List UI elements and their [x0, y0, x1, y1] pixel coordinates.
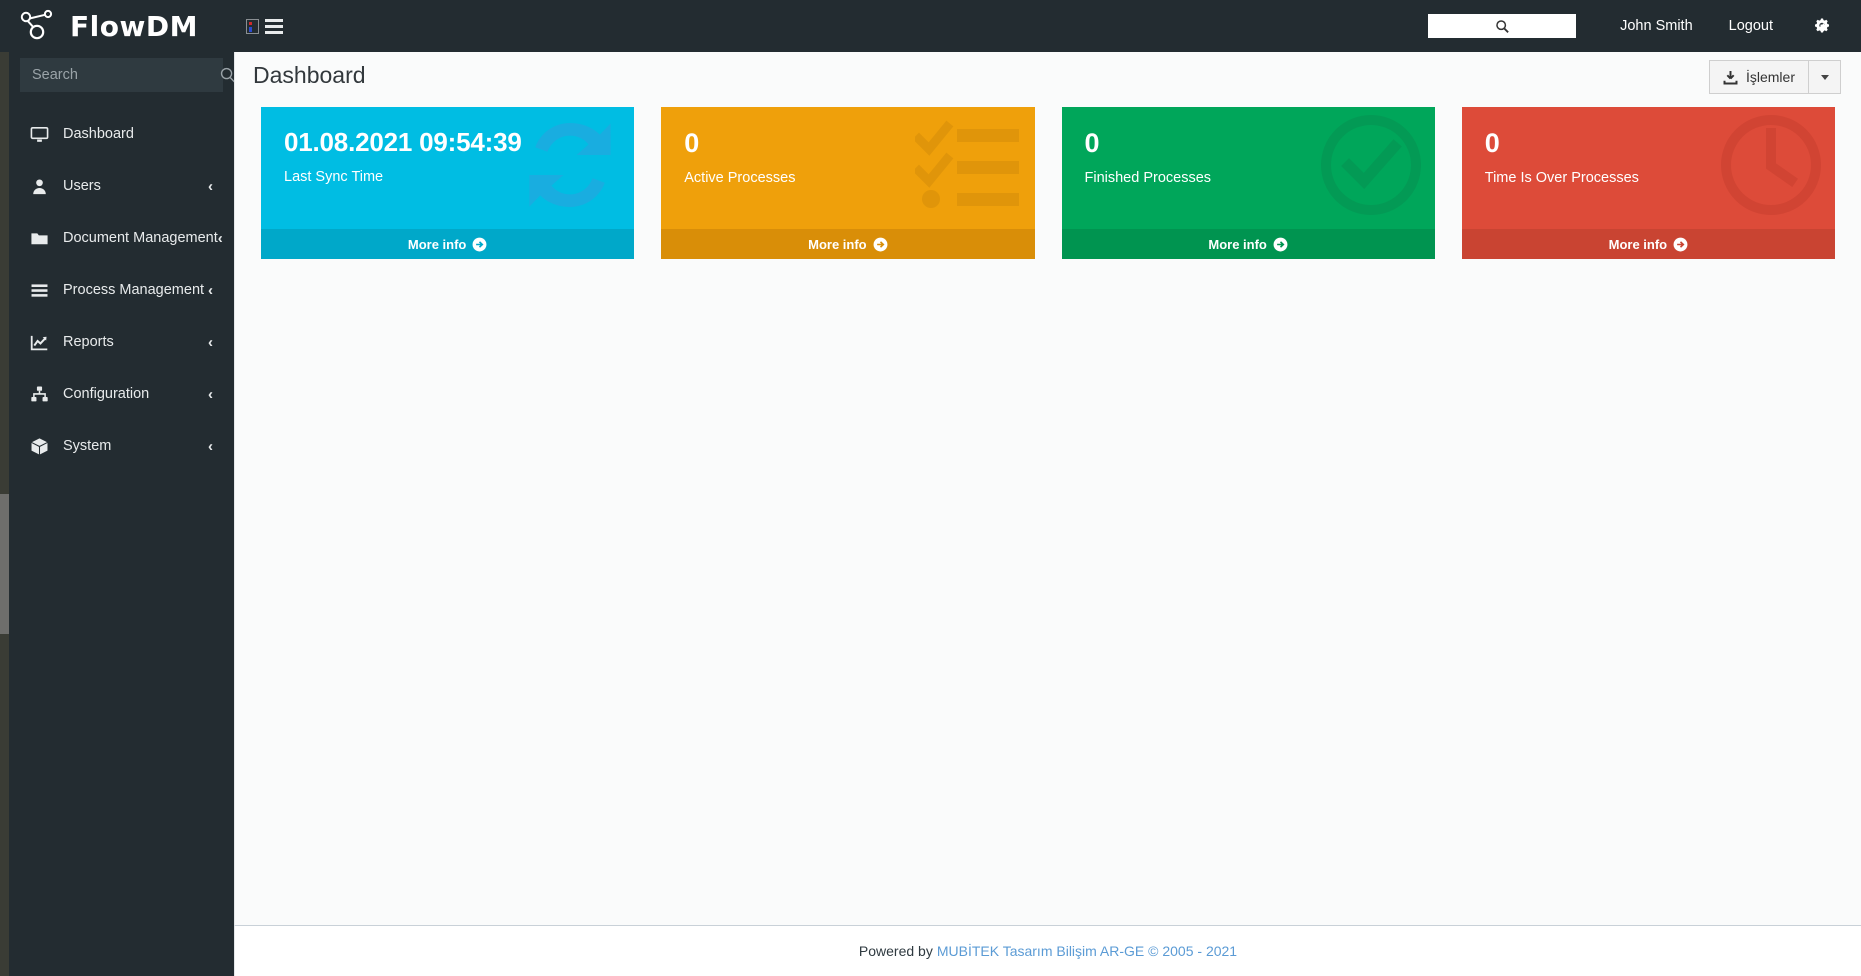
chart-line-icon	[29, 332, 49, 352]
card-value: 0	[684, 128, 700, 158]
footer-company-link[interactable]: MUBİTEK Tasarım Bilişim AR-GE © 2005 - 2…	[937, 943, 1237, 959]
brand-name: FlowDM	[70, 9, 198, 43]
sidebar-item-process-management[interactable]: Process Management ‹	[9, 264, 234, 316]
sidebar-item-label: Process Management	[63, 282, 205, 298]
cube-icon	[29, 436, 49, 456]
chevron-left-icon: ‹	[208, 281, 213, 299]
list-bars-icon	[29, 280, 49, 300]
stat-card-finished-processes: 0 Finished Processes More info	[1061, 107, 1435, 259]
stat-cards: 01.08.2021 09:54:39 Last Sync Time More …	[235, 107, 1861, 259]
sidebar-scrollbar[interactable]	[0, 44, 9, 976]
arrow-circle-right-icon	[472, 237, 487, 251]
stat-card-time-is-over-processes: 0 Time Is Over Processes More info	[1461, 107, 1835, 259]
sidebar-item-label: Configuration	[63, 386, 150, 402]
card-more-info-label: More info	[1208, 236, 1267, 252]
check-circle-icon	[1320, 115, 1421, 215]
brand-logo[interactable]: FlowDM	[18, 0, 198, 52]
footer-powered-by: Powered by	[858, 943, 933, 959]
sidebar-nav: Dashboard Users ‹ Document Management ‹	[9, 108, 234, 472]
sidebar-search-input[interactable]	[32, 67, 219, 83]
header-right: John Smith Logout	[1428, 0, 1847, 52]
page-title: Dashboard	[253, 62, 366, 88]
download-icon	[1723, 70, 1738, 84]
sidebar: Dashboard Users ‹ Document Management ‹	[9, 44, 235, 976]
page-header: Dashboard İşlemler	[235, 52, 1861, 105]
card-body: 01.08.2021 09:54:39 Last Sync Time	[261, 107, 634, 229]
header-search[interactable]	[1428, 14, 1577, 38]
main-content: Dashboard İşlemler 01.08.2021 09:54:39 L…	[234, 52, 1861, 925]
arrow-circle-right-icon	[1673, 237, 1688, 251]
sidebar-item-label: Dashboard	[63, 126, 134, 142]
sidebar-item-document-management[interactable]: Document Management ‹	[9, 212, 234, 264]
desktop-icon	[29, 124, 49, 144]
card-label: Time Is Over Processes	[1484, 170, 1639, 187]
sync-refresh-icon	[529, 123, 611, 207]
card-more-info-link[interactable]: More info	[1061, 229, 1435, 259]
stat-card-active-processes: 0 Active Processes More info	[661, 107, 1035, 259]
card-more-info-label: More info	[1608, 236, 1668, 252]
header-toggles	[246, 0, 283, 52]
card-value: 0	[1484, 128, 1500, 158]
sidebar-scrollbar-thumb[interactable]	[0, 494, 9, 634]
card-body: 0 Time Is Over Processes	[1462, 107, 1835, 229]
card-more-info-link[interactable]: More info	[1461, 229, 1835, 259]
chevron-left-icon: ‹	[208, 177, 213, 195]
card-label: Active Processes	[684, 170, 796, 187]
stat-card-last-sync-time: 01.08.2021 09:54:39 Last Sync Time More …	[261, 107, 635, 259]
chevron-down-icon	[1820, 74, 1829, 80]
sidebar-item-label: Reports	[63, 334, 114, 350]
sidebar-item-label: Document Management	[63, 230, 218, 246]
sidebar-item-label: Users	[63, 178, 101, 194]
arrow-circle-right-icon	[873, 237, 888, 251]
hamburger-icon[interactable]	[265, 18, 283, 34]
card-value: 0	[1084, 128, 1100, 158]
sidebar-item-system[interactable]: System ‹	[9, 420, 234, 472]
actions-button[interactable]: İşlemler	[1708, 60, 1808, 94]
tasks-checklist-icon	[914, 120, 1019, 208]
settings-button[interactable]	[1791, 16, 1847, 36]
card-body: 0 Active Processes	[661, 107, 1034, 229]
chevron-left-icon: ‹	[208, 385, 213, 403]
network-nodes-icon	[20, 9, 53, 40]
broken-image-icon[interactable]	[246, 18, 259, 34]
page-footer: Powered by MUBİTEK Tasarım Bilişim AR-GE…	[234, 925, 1861, 976]
search-icon	[1495, 19, 1509, 33]
actions-button-label: İşlemler	[1745, 69, 1795, 85]
chevron-left-icon: ‹	[208, 437, 213, 455]
sidebar-item-dashboard[interactable]: Dashboard	[9, 108, 234, 160]
cogs-icon	[1815, 18, 1829, 33]
actions-dropdown-toggle[interactable]	[1808, 60, 1841, 94]
top-header: FlowDM John Smith Logout	[0, 0, 1861, 52]
sitemap-icon	[29, 384, 49, 404]
card-more-info-link[interactable]: More info	[261, 229, 635, 259]
card-body: 0 Finished Processes	[1062, 107, 1435, 229]
sidebar-item-configuration[interactable]: Configuration ‹	[9, 368, 234, 420]
user-name-link[interactable]: John Smith	[1602, 0, 1711, 52]
chevron-left-icon: ‹	[217, 229, 223, 247]
card-label: Finished Processes	[1084, 170, 1212, 187]
logout-link[interactable]: Logout	[1711, 0, 1791, 52]
card-label: Last Sync Time	[284, 169, 384, 186]
page-actions: İşlemler	[1708, 60, 1841, 94]
card-more-info-link[interactable]: More info	[661, 229, 1035, 259]
folder-icon	[29, 228, 49, 248]
sidebar-search[interactable]	[20, 58, 235, 92]
card-more-info-label: More info	[407, 236, 467, 252]
sidebar-item-users[interactable]: Users ‹	[9, 160, 234, 212]
sidebar-item-label: System	[63, 438, 112, 454]
user-icon	[29, 176, 49, 196]
card-more-info-label: More info	[808, 236, 867, 252]
clock-icon	[1721, 115, 1821, 215]
card-value: 01.08.2021 09:54:39	[284, 127, 522, 157]
arrow-circle-right-icon	[1273, 237, 1288, 251]
sidebar-item-reports[interactable]: Reports ‹	[9, 316, 234, 368]
chevron-left-icon: ‹	[208, 333, 213, 351]
